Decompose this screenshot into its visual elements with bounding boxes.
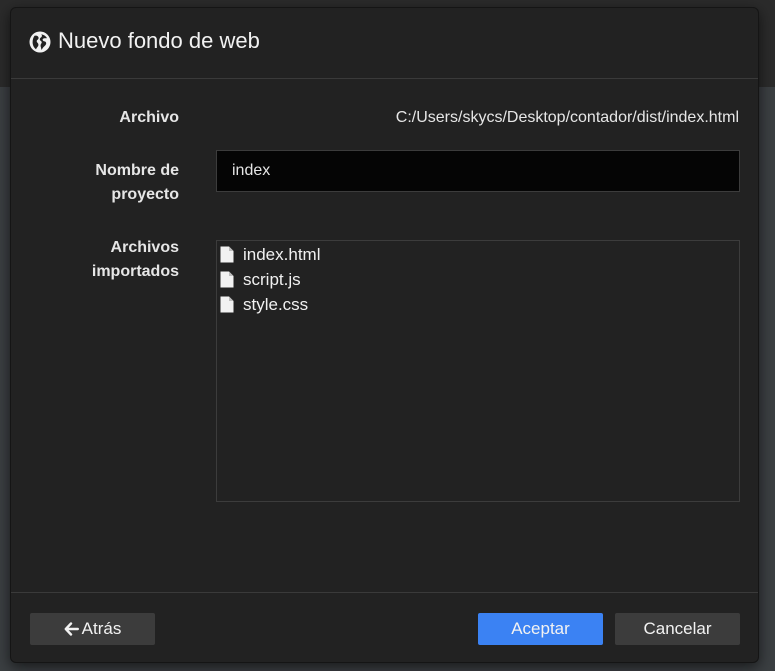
back-button[interactable]: Atrás — [30, 613, 155, 645]
new-web-background-dialog: Nuevo fondo de web Archivo C:/Users/skyc… — [10, 7, 759, 663]
project-name-label: Nombre de proyecto — [11, 159, 179, 207]
file-icon — [220, 271, 234, 288]
imported-files-list[interactable]: index.html script.js style.css — [216, 240, 740, 502]
dialog-header: Nuevo fondo de web — [11, 8, 758, 79]
back-button-label: Atrás — [81, 619, 122, 638]
dialog-title: Nuevo fondo de web — [58, 28, 260, 53]
dialog-footer: Atrás Aceptar Cancelar — [11, 592, 758, 664]
file-name: script.js — [243, 269, 301, 289]
list-item[interactable]: style.css — [217, 292, 739, 317]
project-name-label-line2: proyecto — [111, 186, 179, 203]
archivo-label: Archivo — [11, 106, 179, 130]
file-icon — [220, 296, 234, 313]
imported-files-label-line1: Archivos — [110, 239, 179, 256]
globe-icon — [29, 31, 51, 53]
cancel-button-label: Cancelar — [643, 619, 712, 638]
file-name: style.css — [243, 294, 309, 314]
archivo-label-text: Archivo — [119, 109, 179, 126]
list-item[interactable]: index.html — [217, 242, 739, 267]
project-name-label-line1: Nombre de — [95, 162, 179, 179]
cancel-button[interactable]: Cancelar — [615, 613, 740, 645]
archivo-path-value: C:/Users/skycs/Desktop/contador/dist/ind… — [395, 109, 739, 126]
list-item[interactable]: script.js — [217, 267, 739, 292]
imported-files-label-line2: importados — [91, 263, 179, 280]
project-name-input[interactable] — [216, 150, 740, 192]
file-icon — [220, 246, 234, 263]
arrow-left-icon — [64, 622, 79, 636]
accept-button-label: Aceptar — [511, 619, 570, 638]
accept-button[interactable]: Aceptar — [478, 613, 603, 645]
imported-files-label: Archivos importados — [11, 236, 179, 284]
file-name: index.html — [243, 244, 321, 264]
